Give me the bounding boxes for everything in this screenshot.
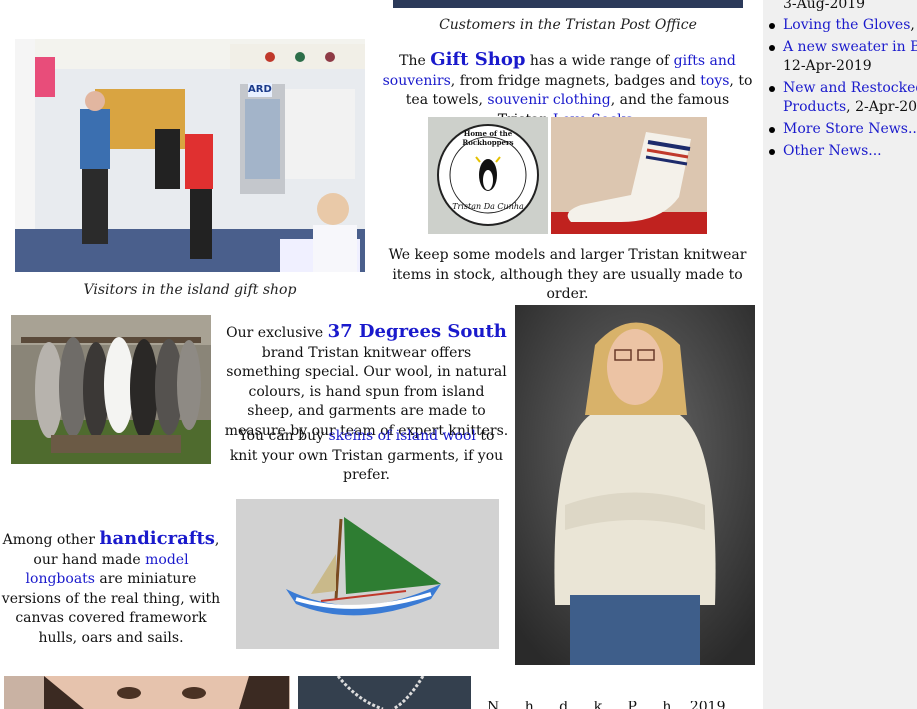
news-item-continued: Products, 2-Apr-2019 xyxy=(783,98,917,117)
bullet-icon xyxy=(769,86,775,92)
news-item-date: 12-Apr-2019 xyxy=(783,57,872,76)
bullet-icon xyxy=(769,149,775,155)
text-fragment: , from fridge magnets, badges and xyxy=(450,72,701,89)
rockhoppers-badge-photo[interactable]: Home of the Rockhoppers Tristan Da Cunha xyxy=(428,117,548,234)
news-item-date-continued: 3-Aug-2019 xyxy=(783,0,865,14)
model-longboat-photo[interactable] xyxy=(236,499,499,649)
knitwear-model-photo[interactable] xyxy=(515,305,755,665)
more-store-news-link[interactable]: More Store News... xyxy=(783,121,917,137)
new-restocked-link-cont[interactable]: Products xyxy=(783,99,846,115)
new-restocked-link[interactable]: New and Restocked xyxy=(783,80,917,96)
news-date: 3-Aug-2019 xyxy=(783,0,866,12)
badge-text-top: Home of the Rockhoppers xyxy=(462,129,514,147)
bullet-icon xyxy=(769,127,775,133)
news-date: , 1 xyxy=(910,17,917,33)
bottom-partial-text: N___ h___ d___ k___ P___ h__ 2019 xyxy=(487,701,747,709)
gift-shop-caption: Visitors in the island gift shop xyxy=(83,282,297,298)
knitwear-brand-paragraph: Our exclusive 37 Degrees South brand Tri… xyxy=(224,322,509,441)
degrees-south-link[interactable]: 37 Degrees South xyxy=(328,321,507,342)
wool-skeins-photo[interactable] xyxy=(11,315,211,464)
text-fragment: You can buy xyxy=(238,428,329,444)
gift-shop-photo[interactable]: ARD xyxy=(15,39,365,272)
new-sweater-link[interactable]: A new sweater in Br xyxy=(783,39,917,55)
news-item: More Store News... xyxy=(769,120,917,139)
handicrafts-paragraph: Among other handicrafts, our hand made m… xyxy=(0,529,222,648)
island-wool-paragraph: You can buy skeins of island wool to kni… xyxy=(224,427,509,486)
post-office-caption: Customers in the Tristan Post Office xyxy=(439,17,697,33)
gift-shop-link[interactable]: Gift Shop xyxy=(430,49,525,70)
news-date: 12-Apr-2019 xyxy=(783,58,872,74)
toys-link[interactable]: toys xyxy=(700,73,729,89)
other-news-link[interactable]: Other News... xyxy=(783,143,882,159)
souvenir-clothing-link[interactable]: souvenir clothing xyxy=(487,92,610,108)
text-fragment: has a wide range of xyxy=(525,53,674,69)
island-wool-link[interactable]: skeins of island wool xyxy=(329,428,476,444)
necklace-photo[interactable] xyxy=(298,676,471,709)
bullet-icon xyxy=(769,45,775,51)
news-item: Other News... xyxy=(769,142,882,161)
news-date: , 2-Apr-2019 xyxy=(846,99,917,115)
news-item: A new sweater in Br xyxy=(769,38,917,57)
love-socks-photo[interactable] xyxy=(551,117,707,234)
loving-gloves-link[interactable]: Loving the Gloves xyxy=(783,17,910,33)
bullet-icon xyxy=(769,23,775,29)
news-item: Loving the Gloves, 1 xyxy=(769,16,917,35)
text-fragment: The xyxy=(399,53,431,69)
post-office-photo xyxy=(393,0,743,8)
text-fragment: Our exclusive xyxy=(226,325,328,341)
shop-sign: ARD xyxy=(248,83,272,97)
badge-text-bottom: Tristan Da Cunha xyxy=(452,202,524,211)
knitwear-stock-paragraph: We keep some models and larger Tristan k… xyxy=(388,247,747,302)
partial-text-line: N___ h___ d___ k___ P___ h__ 2019 xyxy=(487,701,726,709)
handicrafts-link[interactable]: handicrafts xyxy=(99,528,215,549)
text-fragment: brand Tristan knitwear offers something … xyxy=(224,344,509,439)
text-fragment: Among other xyxy=(2,532,100,548)
news-item: New and Restocked xyxy=(769,79,917,98)
news-sidebar: 3-Aug-2019 Loving the Gloves, 1 A new sw… xyxy=(763,0,917,709)
knitter-portrait-photo[interactable] xyxy=(4,676,290,709)
